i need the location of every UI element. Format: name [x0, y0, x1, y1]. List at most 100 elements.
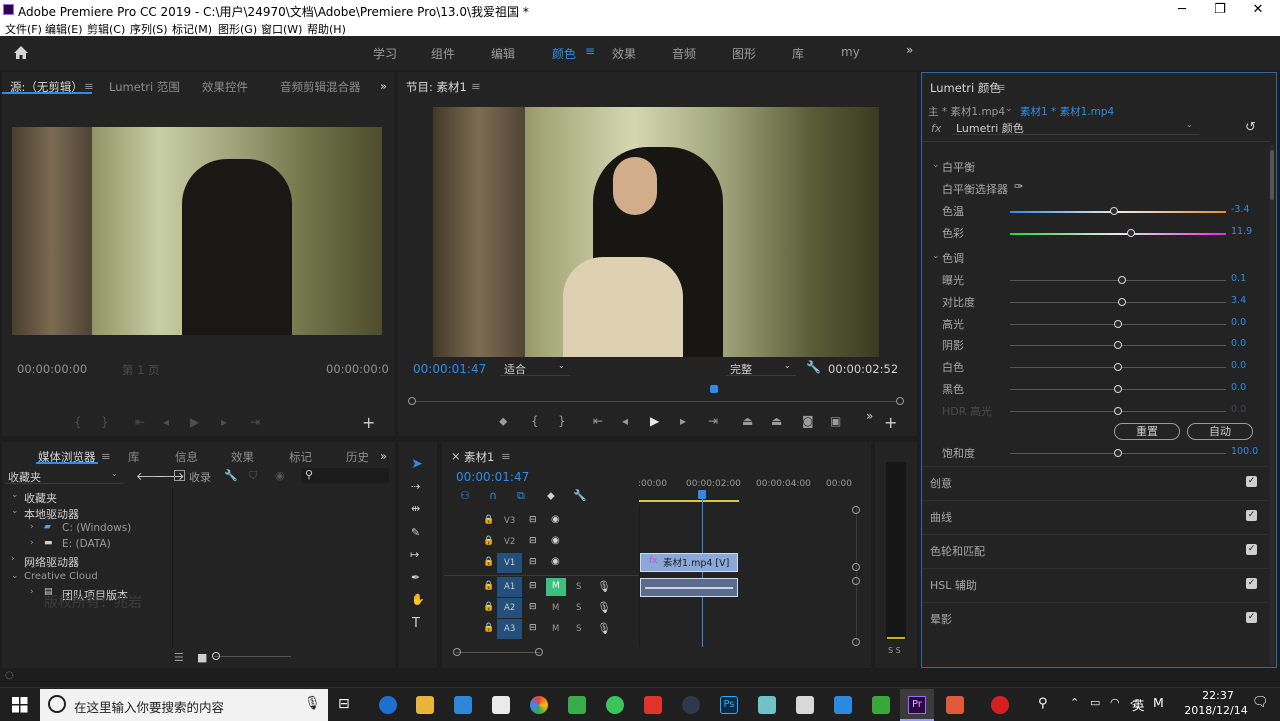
microphone-icon[interactable]: 🎙 [597, 580, 611, 593]
file-explorer-icon[interactable] [416, 696, 434, 714]
menu-edit[interactable]: 编辑(E) [45, 21, 83, 37]
razor-tool-icon[interactable]: ✎ [411, 526, 420, 539]
sync-lock-icon[interactable]: ⊟ [529, 602, 537, 612]
tab-timeline-sequence[interactable]: 素材1 [464, 449, 494, 465]
section-header[interactable]: 曲线 [930, 509, 952, 525]
workspace-overflow-icon[interactable]: » [906, 43, 913, 57]
microphone-icon[interactable]: 🎙 [597, 601, 611, 614]
sync-lock-icon[interactable]: ⊟ [529, 623, 537, 633]
source-overflow-icon[interactable]: » [380, 79, 387, 93]
export-frame-camera-icon[interactable]: ◙ [802, 414, 814, 428]
list-view-icon[interactable]: ☰ [174, 651, 184, 664]
tree-item-e-drive[interactable]: E: (DATA) [62, 538, 111, 550]
collapse-icon[interactable]: › [30, 538, 34, 548]
microphone-icon[interactable]: 🎙 [597, 622, 611, 635]
source-add-button-icon[interactable]: + [362, 413, 375, 432]
expand-icon[interactable]: ⌄ [11, 506, 19, 516]
source-timecode-current[interactable]: 00:00:00:00 [17, 362, 87, 376]
menu-clip[interactable]: 剪辑(C) [87, 21, 125, 37]
windows-start-icon[interactable] [12, 697, 28, 713]
app-red-icon[interactable] [644, 696, 662, 714]
location-dropdown[interactable]: 收藏夹 ⌄ [5, 469, 123, 484]
expand-icon[interactable]: › [11, 554, 15, 564]
tab-libraries[interactable]: 库 [128, 449, 140, 465]
section-enable-checkbox[interactable]: ✓ [1246, 578, 1257, 589]
sync-lock-icon[interactable]: ⊟ [529, 515, 537, 525]
store-icon[interactable] [454, 696, 472, 714]
ime-icon[interactable]: M [1153, 695, 1164, 710]
app-link-icon[interactable] [796, 696, 814, 714]
timeline-menu-icon[interactable]: ≡ [501, 449, 511, 463]
type-tool-icon[interactable]: T [412, 616, 420, 631]
workspace-libraries[interactable]: 库 [792, 45, 804, 62]
ingest-settings-wrench-icon[interactable]: 🔧 [224, 469, 238, 482]
tab-program[interactable]: 节目: 素材1 [406, 79, 467, 95]
section-enable-checkbox[interactable]: ✓ [1246, 544, 1257, 555]
expand-icon[interactable]: ⌄ [932, 160, 940, 170]
icon-view-icon[interactable]: ■ [197, 651, 207, 664]
app-blue-icon[interactable] [834, 696, 852, 714]
scroll-handle[interactable] [852, 577, 860, 585]
menu-help[interactable]: 帮助(H) [307, 21, 346, 37]
white-balance-header[interactable]: 白平衡 [942, 159, 975, 175]
lumetri-menu-icon[interactable]: ≡ [996, 80, 1006, 94]
zoom-handle-left[interactable] [408, 397, 416, 405]
shadows-value[interactable]: 0.0 [1231, 338, 1246, 349]
lock-icon[interactable]: 🔒 [483, 602, 494, 612]
goto-out-icon[interactable]: ⇥ [708, 414, 718, 428]
tint-slider-knob[interactable] [1126, 229, 1135, 237]
zoom-slider-knob[interactable] [212, 652, 220, 660]
saturation-value[interactable]: 100.0 [1231, 446, 1258, 457]
scroll-handle[interactable] [535, 648, 543, 656]
temperature-slider-knob[interactable] [1109, 207, 1118, 215]
selection-tool-icon[interactable]: ➤ [411, 456, 423, 472]
scroll-handle[interactable] [852, 506, 860, 514]
master-clip-selector[interactable]: 主 * 素材1.mp4 [928, 104, 1005, 119]
workspace-edit[interactable]: 编辑 [491, 45, 515, 62]
section-header[interactable]: HSL 辅助 [930, 577, 977, 593]
highlights-slider-knob[interactable] [1114, 319, 1122, 328]
tab-audio-clip-mixer[interactable]: 音频剪辑混合器 [280, 79, 361, 95]
source-mark-out-icon[interactable]: } [101, 415, 109, 429]
qq-browser-icon[interactable] [606, 696, 624, 714]
menu-sequence[interactable]: 序列(S) [130, 21, 168, 37]
solo-a3-button[interactable]: S [576, 624, 581, 634]
tree-item-creative-cloud[interactable]: Creative Cloud [24, 571, 98, 582]
chevron-down-icon[interactable]: ⌄ [1005, 104, 1013, 114]
program-quality-dropdown[interactable]: 完整 ⌄ [726, 359, 796, 376]
meter-solo-labels[interactable]: S S [888, 646, 901, 655]
wrench-icon[interactable]: 🔧 [806, 360, 821, 374]
home-icon[interactable] [13, 45, 29, 60]
program-scrub-bar[interactable] [411, 401, 901, 402]
program-timecode-current[interactable]: 00:00:01:47 [413, 362, 486, 376]
lock-icon[interactable]: 🔒 [483, 623, 494, 633]
mark-out-icon[interactable]: } [558, 414, 566, 428]
lock-icon[interactable]: 🔒 [483, 536, 494, 546]
program-add-button-icon[interactable]: + [884, 413, 897, 432]
tray-chevron-icon[interactable]: ⌃ [1070, 696, 1079, 709]
timeline-timecode[interactable]: 00:00:01:47 [456, 470, 529, 484]
task-view-icon[interactable]: ⊟ [338, 696, 350, 712]
effect-dropdown[interactable]: Lumetri 颜色 ⌄ [952, 120, 1199, 135]
tone-header[interactable]: 色调 [942, 250, 964, 266]
input-language[interactable]: 英 [1132, 695, 1145, 714]
program-fit-dropdown[interactable]: 适合 ⌄ [500, 359, 570, 376]
snap-magnet-icon[interactable]: ∩ [489, 489, 497, 502]
slip-tool-icon[interactable]: ↦ [410, 548, 419, 561]
workspace-graphics[interactable]: 图形 [732, 45, 756, 62]
timeline-close-icon[interactable]: × [451, 449, 461, 463]
tree-item-c-drive[interactable]: C: (Windows) [62, 522, 131, 534]
lift-icon[interactable]: ⏏ [742, 414, 753, 428]
expand-icon[interactable]: ⌄ [11, 571, 19, 581]
program-menu-icon[interactable]: ≡ [471, 79, 481, 93]
play-icon[interactable]: ▶ [650, 414, 659, 428]
people-icon[interactable]: ⚲ [1038, 696, 1048, 711]
collapse-icon[interactable]: › [30, 522, 34, 532]
workspace-assembly[interactable]: 组件 [431, 45, 455, 62]
close-button[interactable]: ✕ [1238, 1, 1278, 19]
auto-button[interactable]: 自动 [1187, 423, 1253, 440]
section-enable-checkbox[interactable]: ✓ [1246, 476, 1257, 487]
lock-icon[interactable]: 🔒 [483, 515, 494, 525]
minimize-button[interactable]: ─ [1162, 1, 1202, 19]
source-goto-out-icon[interactable]: ⇥ [250, 415, 260, 429]
